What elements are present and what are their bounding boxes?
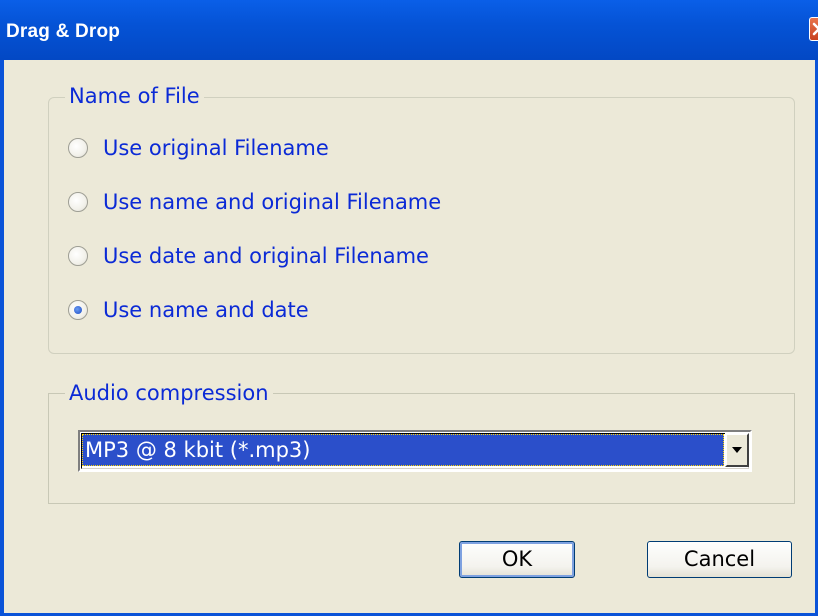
selected-value: MP3 @ 8 kbit (*.mp3)	[82, 434, 724, 466]
radio-button[interactable]	[68, 138, 88, 158]
radio-label: Use name and date	[103, 298, 309, 322]
close-icon	[812, 22, 818, 36]
radio-label: Use name and original Filename	[103, 190, 442, 214]
dropdown-button[interactable]	[725, 433, 749, 467]
name-of-file-legend: Name of File	[65, 83, 204, 109]
radio-use-original-filename[interactable]: Use original Filename	[68, 134, 329, 162]
radio-button[interactable]	[68, 246, 88, 266]
radio-label: Use original Filename	[103, 136, 329, 160]
chevron-down-icon	[732, 447, 742, 453]
radio-button[interactable]	[68, 192, 88, 212]
cancel-button[interactable]: Cancel	[647, 541, 792, 578]
radio-use-name-and-original-filename[interactable]: Use name and original Filename	[68, 188, 441, 216]
audio-compression-legend: Audio compression	[65, 380, 273, 406]
ok-button[interactable]: OK	[459, 541, 575, 578]
radio-use-name-and-date[interactable]: Use name and date	[68, 296, 309, 324]
window-title: Drag & Drop	[6, 21, 121, 42]
title-bar[interactable]: Drag & Drop	[0, 0, 818, 60]
radio-use-date-and-original-filename[interactable]: Use date and original Filename	[68, 242, 429, 270]
audio-compression-select[interactable]: MP3 @ 8 kbit (*.mp3)	[78, 430, 752, 472]
radio-label: Use date and original Filename	[103, 244, 429, 268]
radio-button-selected[interactable]	[68, 300, 88, 320]
close-button[interactable]	[809, 17, 818, 41]
